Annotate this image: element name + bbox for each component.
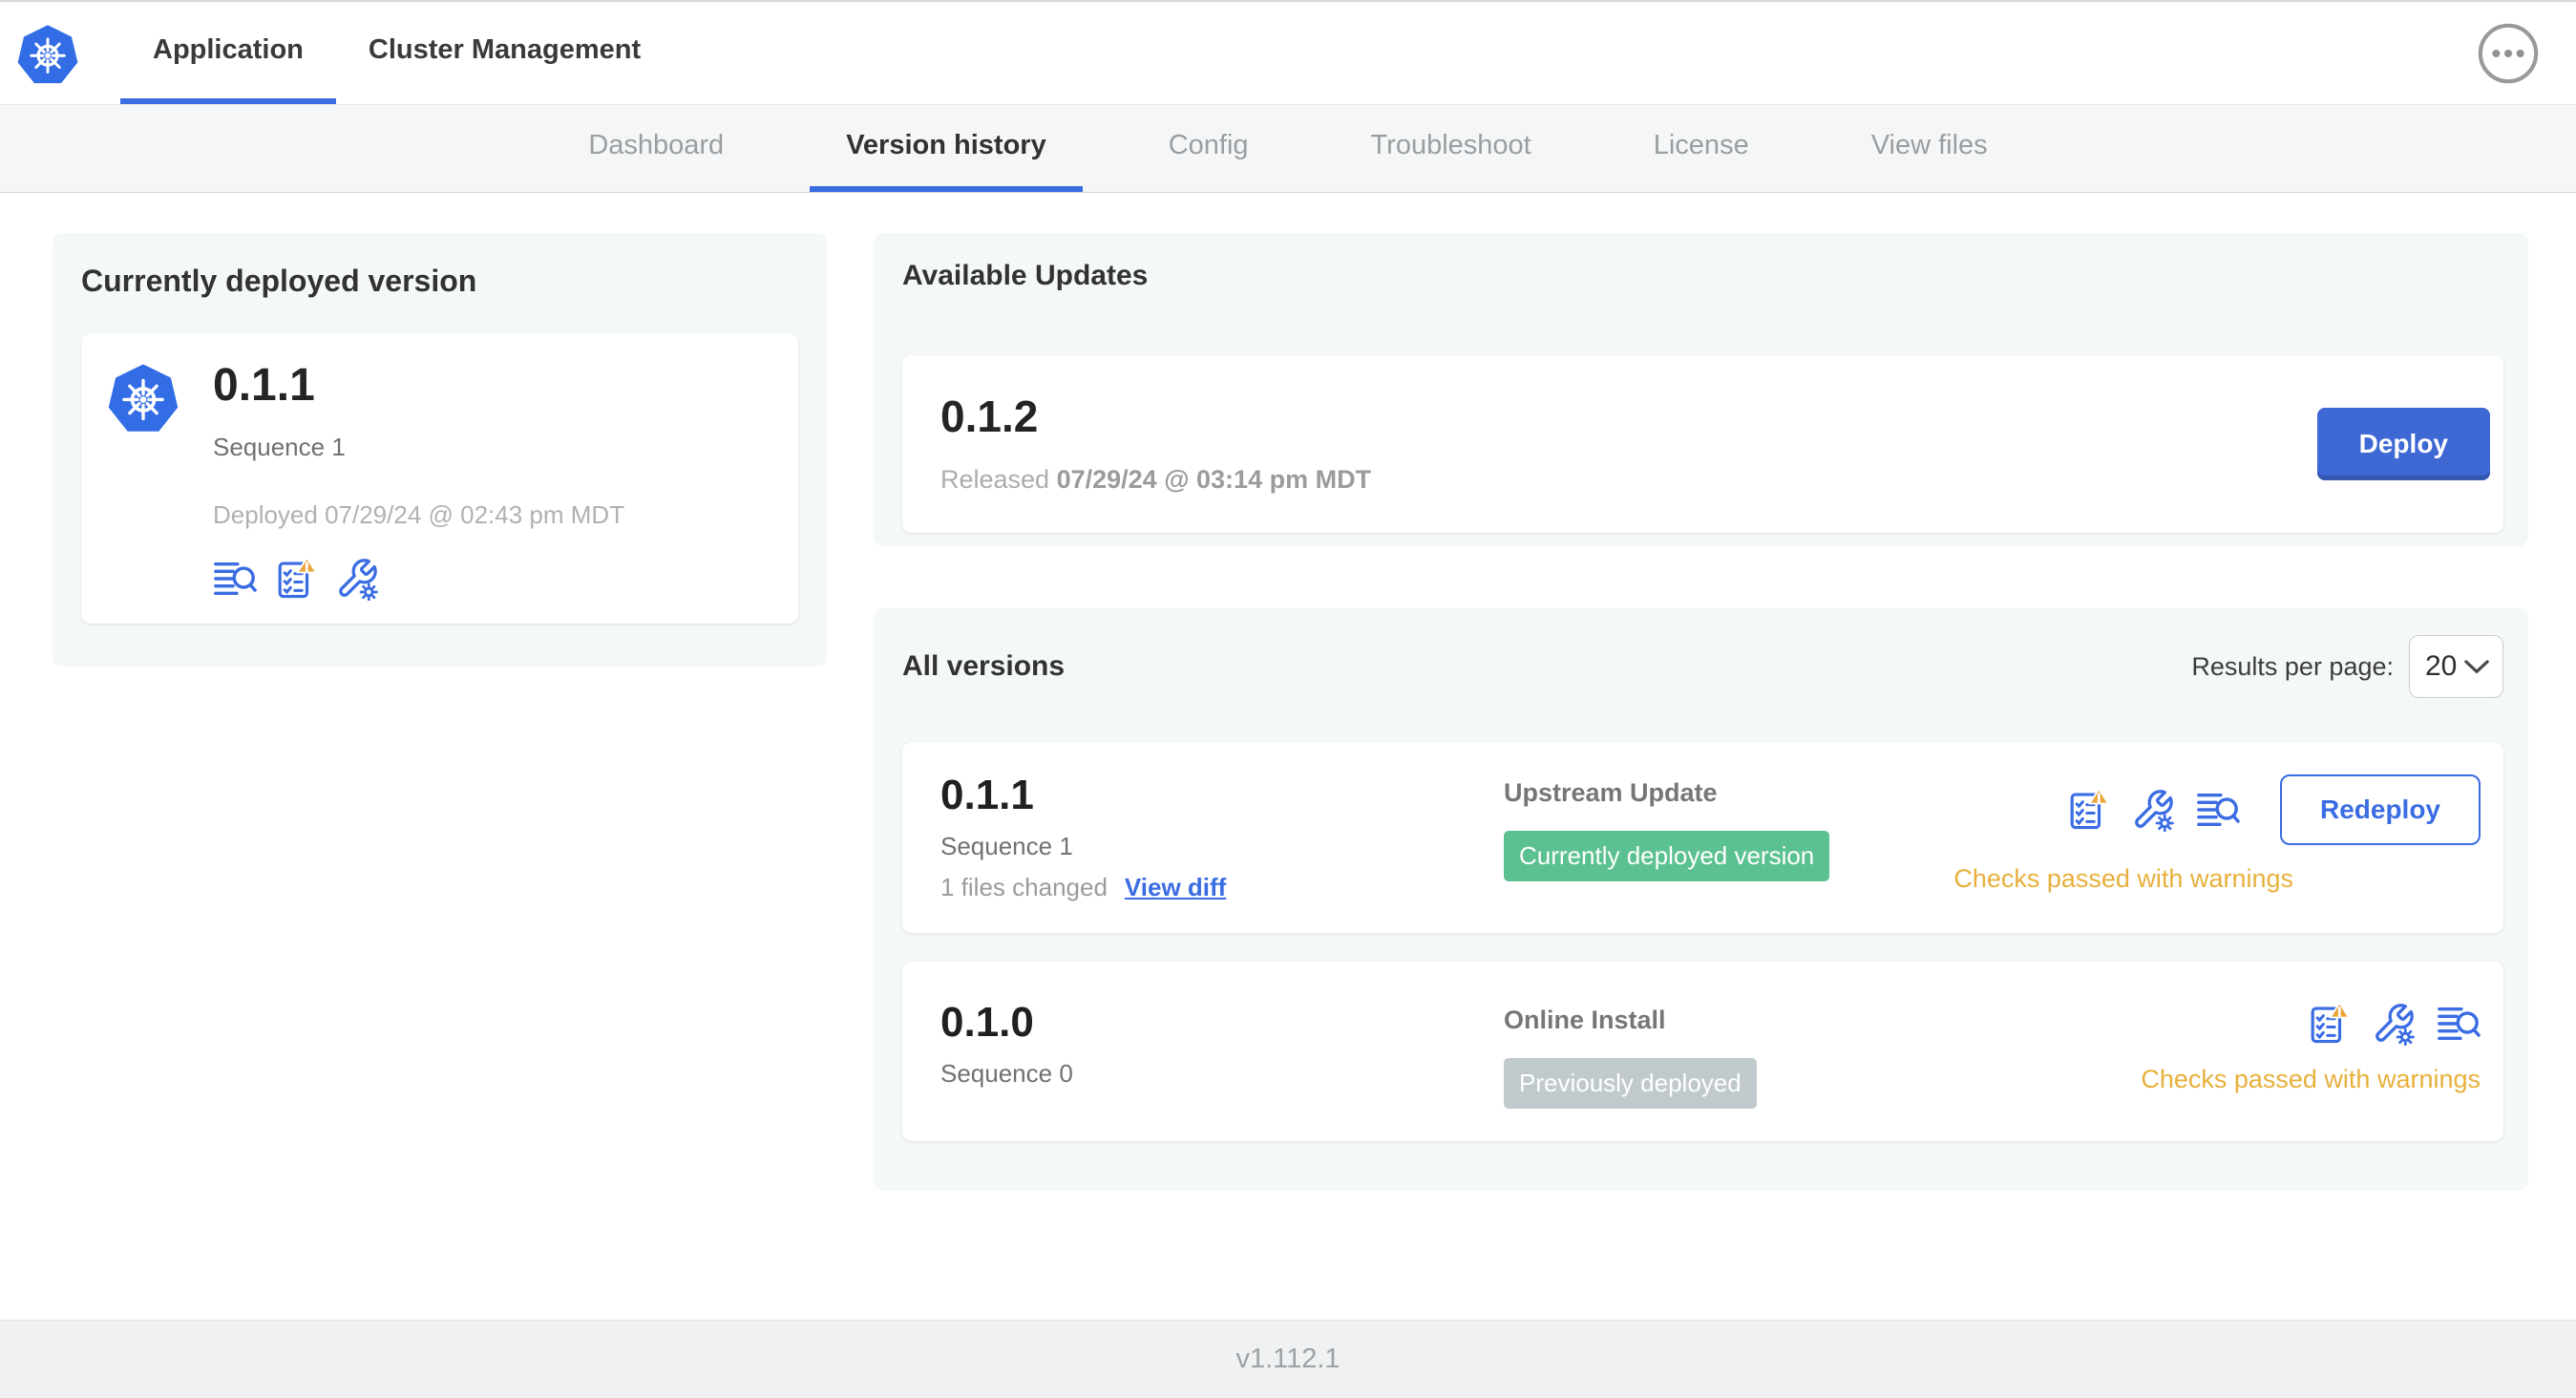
config-icon[interactable] bbox=[2372, 1002, 2416, 1046]
results-per-page-select[interactable]: 20 bbox=[2409, 635, 2503, 698]
main-content: Currently deployed version 0.1.1 Sequenc… bbox=[0, 193, 2576, 1191]
kubernetes-logo bbox=[108, 364, 179, 432]
tab-troubleshoot[interactable]: Troubleshoot bbox=[1335, 105, 1568, 192]
currently-deployed-card: 0.1.1 Sequence 1 Deployed 07/29/24 @ 02:… bbox=[81, 333, 798, 625]
app-footer: v1.112.1 bbox=[0, 1320, 2576, 1398]
preflight-checks-warning-icon[interactable] bbox=[2307, 1002, 2351, 1046]
all-versions-panel: All versions Results per page: 20 0.1.1 … bbox=[874, 608, 2528, 1191]
config-icon[interactable] bbox=[2131, 788, 2175, 832]
version-row-source: Online Install Previously deployed bbox=[1504, 1002, 2141, 1109]
version-row: 0.1.0 Sequence 0 Online Install Previous… bbox=[902, 962, 2503, 1141]
warning-triangle-icon bbox=[295, 557, 318, 574]
results-per-page: Results per page: 20 bbox=[2191, 635, 2503, 698]
preflight-checks-warning-icon[interactable] bbox=[2066, 788, 2110, 832]
deployed-version-info: 0.1.1 Sequence 1 Deployed 07/29/24 @ 02:… bbox=[213, 360, 625, 602]
top-nav: Application Cluster Management bbox=[0, 2, 2576, 105]
app-sub-nav: Dashboard Version history Config Trouble… bbox=[0, 105, 2576, 193]
row-sequence: Sequence 0 bbox=[940, 1059, 1073, 1088]
released-timestamp: 07/29/24 @ 03:14 pm MDT bbox=[1056, 464, 1372, 494]
console-version: v1.112.1 bbox=[1235, 1344, 1341, 1374]
version-row-info: 0.1.1 Sequence 1 1 files changed View di… bbox=[940, 774, 1504, 902]
deploy-button[interactable]: Deploy bbox=[2316, 408, 2490, 480]
tab-cluster-management[interactable]: Cluster Management bbox=[336, 2, 673, 104]
kubernetes-logo bbox=[17, 24, 78, 83]
released-label: Released bbox=[940, 464, 1050, 494]
release-notes-icon[interactable] bbox=[2437, 1002, 2481, 1046]
left-column: Currently deployed version 0.1.1 Sequenc… bbox=[53, 233, 827, 1191]
tab-config[interactable]: Config bbox=[1132, 105, 1285, 192]
warning-triangle-icon bbox=[2087, 788, 2110, 805]
update-released-line: Released 07/29/24 @ 03:14 pm MDT bbox=[940, 465, 1371, 495]
tab-license[interactable]: License bbox=[1617, 105, 1785, 192]
deployed-status-badge: Previously deployed bbox=[1504, 1058, 1757, 1109]
row-sequence: Sequence 1 bbox=[940, 832, 1073, 860]
view-diff-link[interactable]: View diff bbox=[1125, 873, 1226, 902]
config-icon[interactable] bbox=[335, 557, 379, 602]
tab-application[interactable]: Application bbox=[120, 2, 336, 104]
right-column: Available Updates 0.1.2 Released 07/29/2… bbox=[874, 233, 2528, 1191]
available-updates-panel: Available Updates 0.1.2 Released 07/29/2… bbox=[874, 233, 2528, 546]
row-files-changed: 1 files changed View diff bbox=[940, 873, 1504, 902]
all-versions-title: All versions bbox=[902, 650, 1066, 682]
version-row-actions: Redeploy Checks passed with warnings bbox=[1953, 774, 2481, 902]
checks-status-text: Checks passed with warnings bbox=[1953, 864, 2293, 893]
tab-dashboard[interactable]: Dashboard bbox=[552, 105, 760, 192]
ellipsis-menu-button[interactable] bbox=[2477, 22, 2540, 85]
deployed-version-number: 0.1.1 bbox=[213, 360, 315, 411]
deployed-status-badge: Currently deployed version bbox=[1504, 831, 1830, 881]
checks-status-text: Checks passed with warnings bbox=[2141, 1065, 2481, 1093]
version-row-source: Upstream Update Currently deployed versi… bbox=[1504, 774, 1953, 902]
version-row-actions: Checks passed with warnings bbox=[2141, 1002, 2481, 1109]
chevron-down-icon bbox=[2464, 659, 2489, 673]
row-version-number: 0.1.0 bbox=[940, 999, 1034, 1046]
version-row-info: 0.1.0 Sequence 0 bbox=[940, 1002, 1504, 1109]
tab-view-files[interactable]: View files bbox=[1835, 105, 2024, 192]
warning-triangle-icon bbox=[2328, 1002, 2351, 1019]
version-row: 0.1.1 Sequence 1 1 files changed View di… bbox=[902, 742, 2503, 933]
redeploy-button[interactable]: Redeploy bbox=[2279, 774, 2481, 845]
release-notes-icon[interactable] bbox=[213, 557, 257, 601]
update-version-number: 0.1.2 bbox=[940, 391, 1039, 441]
currently-deployed-panel: Currently deployed version 0.1.1 Sequenc… bbox=[53, 233, 827, 667]
row-version-number: 0.1.1 bbox=[940, 772, 1034, 818]
results-per-page-value: 20 bbox=[2425, 650, 2458, 682]
top-nav-tabs: Application Cluster Management bbox=[120, 2, 673, 104]
release-notes-icon[interactable] bbox=[2196, 788, 2240, 832]
currently-deployed-title: Currently deployed version bbox=[81, 264, 477, 298]
files-changed-label: 1 files changed bbox=[940, 873, 1108, 901]
available-updates-title: Available Updates bbox=[902, 260, 1149, 291]
results-per-page-label: Results per page: bbox=[2191, 651, 2394, 681]
preflight-checks-warning-icon[interactable] bbox=[274, 557, 318, 601]
deployed-sequence: Sequence 1 bbox=[213, 433, 346, 462]
deployed-timestamp: Deployed 07/29/24 @ 02:43 pm MDT bbox=[213, 500, 625, 530]
row-source-label: Upstream Update bbox=[1504, 778, 1718, 807]
version-history-page: Application Cluster Management Dashboard… bbox=[0, 2, 2576, 1398]
deployed-version-actions bbox=[213, 557, 624, 602]
row-source-label: Online Install bbox=[1504, 1006, 1666, 1034]
tab-version-history[interactable]: Version history bbox=[810, 105, 1083, 192]
update-info: 0.1.2 Released 07/29/24 @ 03:14 pm MDT bbox=[940, 394, 1371, 495]
all-versions-header: All versions Results per page: 20 bbox=[902, 635, 2503, 698]
available-update-card: 0.1.2 Released 07/29/24 @ 03:14 pm MDT D… bbox=[902, 355, 2503, 533]
